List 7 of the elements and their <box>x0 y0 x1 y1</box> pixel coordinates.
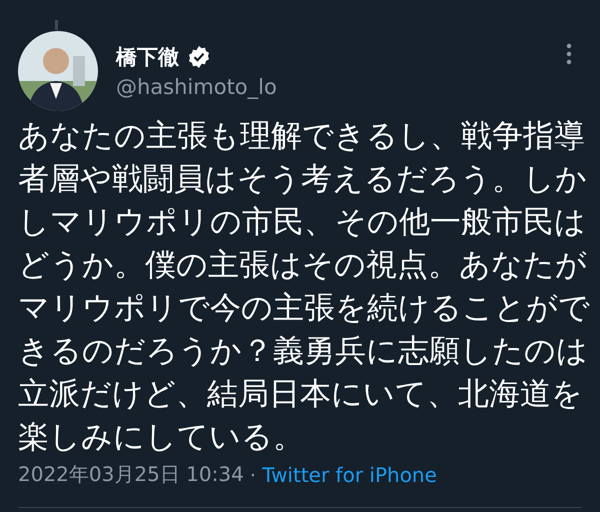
source-link[interactable]: Twitter for iPhone <box>262 462 437 486</box>
author-handle: @hashimoto_lo <box>116 75 278 99</box>
separator: · <box>250 462 256 486</box>
tweet-text: あなたの主張も理解できるし、戦争指導者層や戦闘員はそう考えるだろう。しかしマリウポリの市民、その他一般市民はどうか。僕の主張はその視点。あなたがマリウポリで今の主張を続けることができるのだろうか？義勇兵に志願したのは立派だけど、結局日本にいて、北海道を楽しみにしている。 <box>18 117 591 457</box>
more-icon[interactable] <box>566 43 572 65</box>
timestamp: 2022年03月25日 10:34 <box>18 461 244 488</box>
author-name: 橋下徹 <box>116 44 179 71</box>
